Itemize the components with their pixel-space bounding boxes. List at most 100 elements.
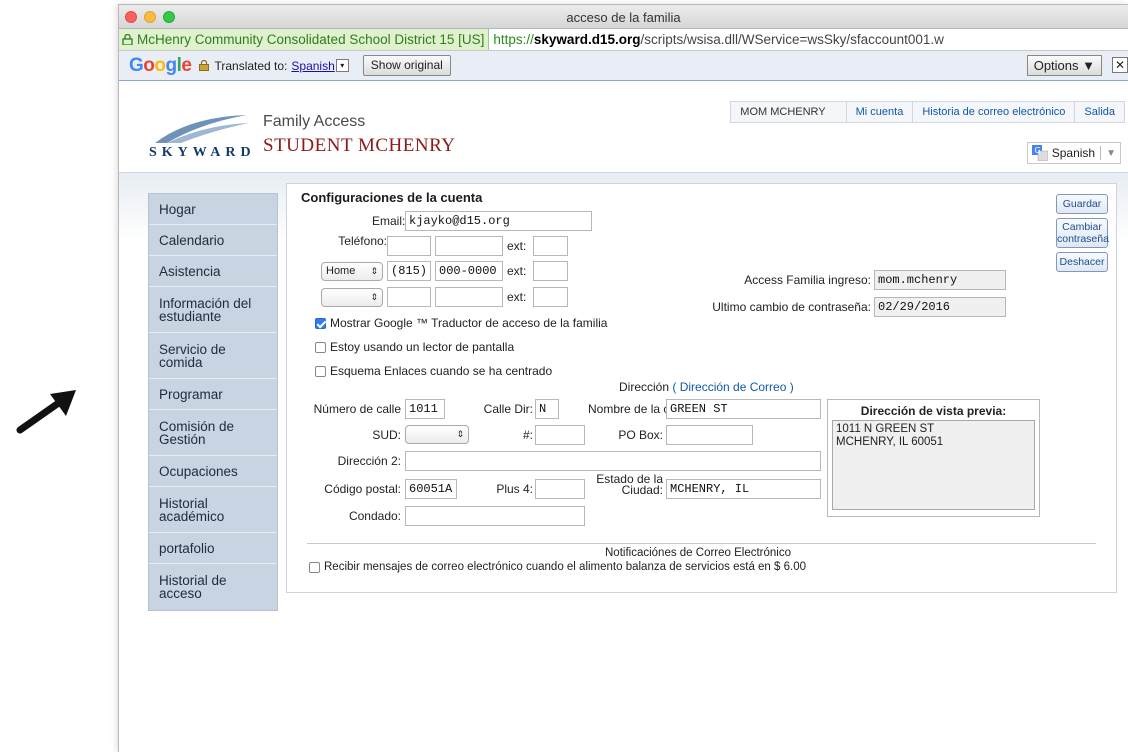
pointer-arrow-icon	[16, 390, 76, 434]
skyward-logo: SKYWARD	[149, 113, 251, 161]
top-navigation: MOM MCHENRY Mi cuenta Historia de correo…	[730, 101, 1125, 123]
checkbox-icon	[315, 341, 326, 353]
account-settings-panel: Configuraciones de la cuenta Email: kjay…	[286, 183, 1117, 593]
screen-reader-checkbox[interactable]: Estoy usando un lector de pantalla	[315, 340, 514, 354]
nav-user-name[interactable]: MOM MCHENRY	[731, 102, 847, 122]
student-name: STUDENT MCHENRY	[263, 135, 456, 156]
google-translate-bar: Google Translated to: Spanish ▾ Show ori…	[119, 51, 1128, 81]
target-language-link[interactable]: Spanish	[291, 59, 334, 73]
checkbox-icon	[309, 561, 320, 573]
po-box-field[interactable]	[666, 425, 753, 445]
skyward-swoosh-icon	[155, 115, 249, 143]
google-translate-checkbox[interactable]: Mostrar Google ™ Traductor de acceso de …	[315, 316, 607, 330]
unit-number-label: #:	[522, 428, 533, 442]
checkbox-checked-icon	[315, 317, 326, 329]
certificate-badge[interactable]: McHenry Community Consolidated School Di…	[119, 29, 490, 50]
county-label: Condado:	[348, 509, 401, 523]
plus4-field[interactable]	[535, 479, 585, 499]
stepper-icon: ⇕	[370, 266, 378, 276]
phone1-ext-field[interactable]	[533, 236, 568, 256]
sud-label: SUD:	[372, 428, 401, 442]
zip-field[interactable]: 60051A	[405, 479, 457, 499]
address-preview-text: 1011 N GREEN ST MCHENRY, IL 60051	[832, 420, 1035, 510]
address2-label: Dirección 2:	[337, 454, 401, 468]
address2-field[interactable]	[405, 451, 821, 471]
change-password-button[interactable]: Cambiar contraseña	[1056, 218, 1109, 248]
password-change-label: Ultimo cambio de contraseña:	[712, 300, 871, 314]
sidebar-item-informacion-estudiante[interactable]: Información del estudiante	[149, 287, 277, 333]
sidebar-item-historial-academico[interactable]: Historial académico	[149, 487, 277, 533]
address-preview-title: Dirección de vista previa:	[860, 404, 1007, 418]
svg-text:G: G	[1034, 146, 1040, 155]
sidebar-menu: Hogar Calendario Asistencia Información …	[148, 193, 278, 611]
street-name-field[interactable]: GREEN ST	[666, 399, 821, 419]
phone2-number-field[interactable]: 000-0000	[435, 261, 503, 281]
nav-my-account[interactable]: Mi cuenta	[847, 102, 914, 122]
po-box-label: PO Box:	[618, 428, 663, 442]
sidebar-item-historial-acceso[interactable]: Historial de acceso	[149, 564, 277, 610]
sidebar-item-calendario[interactable]: Calendario	[149, 225, 277, 256]
phone2-type-select[interactable]: Home ⇕	[321, 262, 383, 281]
nav-logout[interactable]: Salida	[1075, 102, 1124, 122]
sidebar-item-portafolio[interactable]: portafolio	[149, 533, 277, 564]
phone3-number-field[interactable]	[435, 287, 503, 307]
window-title: acceso de la familia	[566, 10, 681, 25]
zip-label: Código postal:	[324, 482, 401, 496]
secure-lock-icon	[199, 60, 210, 71]
plus4-label: Plus 4:	[496, 482, 533, 496]
save-button[interactable]: Guardar	[1056, 194, 1108, 214]
options-button[interactable]: Options ▼	[1026, 55, 1102, 76]
password-change-field: 02/29/2016	[874, 297, 1006, 317]
email-notifications-heading: Notificaciónes de Correo Electrónico	[605, 547, 792, 559]
sidebar-item-asistencia[interactable]: Asistencia	[149, 256, 277, 287]
street-number-field[interactable]: 1011	[405, 399, 445, 419]
sidebar-item-servicio-comida[interactable]: Servicio de comida	[149, 333, 277, 379]
city-state-label: Estado de la Ciudad:	[596, 472, 663, 497]
address-heading: Dirección ( Dirección de Correo )	[619, 380, 794, 394]
email-field[interactable]: kjayko@d15.org	[405, 211, 592, 231]
url-text[interactable]: https://skyward.d15.org/scripts/wsisa.dl…	[489, 32, 944, 47]
unit-number-field[interactable]	[535, 425, 585, 445]
sud-select[interactable]: ⇕	[405, 425, 469, 444]
food-balance-email-checkbox[interactable]: Recibir mensajes de correo electrónico c…	[309, 561, 806, 573]
phone2-area-field[interactable]: (815)	[387, 261, 431, 281]
phone3-ext-field[interactable]	[533, 287, 568, 307]
sidebar-item-comision-gestion[interactable]: Comisión de Gestión	[149, 410, 277, 456]
sidebar-item-programar[interactable]: Programar	[149, 379, 277, 410]
street-name-label: Nombre de la c	[588, 402, 670, 416]
phone1-number-field[interactable]	[435, 236, 503, 256]
family-access-title: Family Access	[263, 113, 366, 130]
outline-links-checkbox[interactable]: Esquema Enlaces cuando se ha centrado	[315, 364, 552, 378]
phone2-ext-field[interactable]	[533, 261, 568, 281]
google-logo: Google	[129, 54, 192, 76]
show-original-button[interactable]: Show original	[362, 55, 451, 76]
phone3-type-select[interactable]: ⇕	[321, 288, 383, 307]
stepper-icon: ⇕	[370, 292, 378, 302]
street-number-label: Número de calle	[313, 402, 401, 416]
page-content: SKYWARD Family Access STUDENT MCHENRY MO…	[119, 99, 1128, 752]
close-translate-bar-icon[interactable]: ✕	[1112, 57, 1128, 73]
county-field[interactable]	[405, 506, 585, 526]
nav-email-history[interactable]: Historia de correo electrónico	[913, 102, 1076, 122]
browser-window: acceso de la familia McHenry Community C…	[118, 4, 1128, 752]
checkbox-icon	[315, 365, 326, 377]
phone1-area-field[interactable]	[387, 236, 431, 256]
page-header: SKYWARD Family Access STUDENT MCHENRY MO…	[119, 99, 1128, 173]
mail-address-link[interactable]: ( Dirección de Correo )	[672, 380, 793, 394]
address-preview: Dirección de vista previa: 1011 N GREEN …	[827, 399, 1040, 517]
phone3-area-field[interactable]	[387, 287, 431, 307]
chevron-down-icon: ▼	[1106, 147, 1116, 159]
address-bar[interactable]: McHenry Community Consolidated School Di…	[119, 29, 1128, 51]
sidebar-item-hogar[interactable]: Hogar	[149, 194, 277, 225]
language-dropdown-icon[interactable]: ▾	[335, 59, 349, 72]
street-direction-field[interactable]: N	[535, 399, 559, 419]
sidebar-item-ocupaciones[interactable]: Ocupaciones	[149, 456, 277, 487]
language-select-value: Spanish	[1051, 146, 1096, 160]
undo-button[interactable]: Deshacer	[1056, 252, 1108, 272]
title-bar: acceso de la familia	[119, 5, 1128, 29]
city-state-field[interactable]: MCHENRY, IL	[666, 479, 821, 499]
email-label: Email:	[372, 214, 406, 228]
login-field: mom.mchenry	[874, 270, 1006, 290]
language-select[interactable]: G Spanish ▼	[1026, 142, 1121, 164]
street-direction-label: Calle Dir:	[483, 402, 533, 416]
